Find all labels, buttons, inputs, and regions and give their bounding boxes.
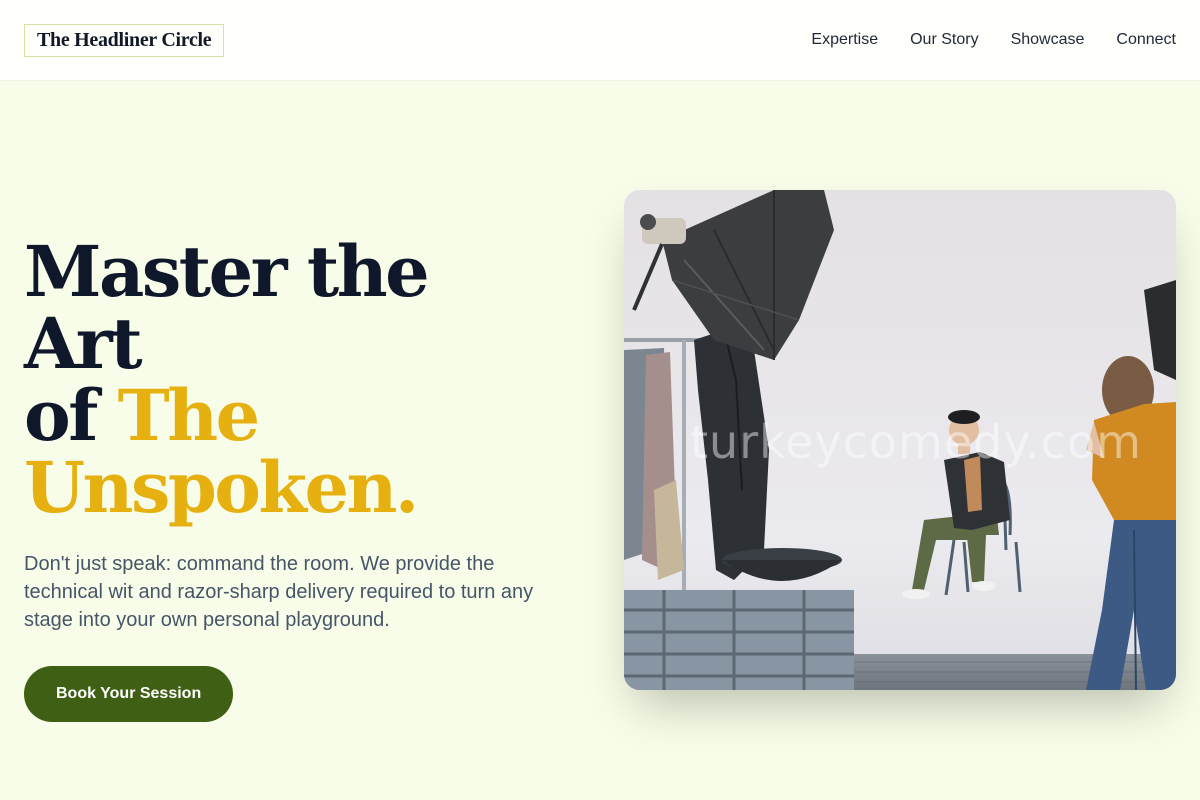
nav-link-connect[interactable]: Connect	[1116, 31, 1176, 49]
nav-link-expertise[interactable]: Expertise	[811, 31, 878, 49]
hero-lead-paragraph: Don't just speak: command the room. We p…	[24, 553, 534, 631]
headline-accent-the: The	[117, 374, 261, 457]
book-session-button[interactable]: Book Your Session	[24, 666, 234, 722]
hero-headline: Master the Art of The Unspoken.	[24, 236, 564, 524]
hero-copy: Master the Art of The Unspoken. Don't ju…	[24, 236, 564, 722]
wooden-pallets	[624, 590, 854, 690]
hero-studio-photo: turkeycomedy.com	[624, 190, 1176, 690]
image-watermark: turkeycomedy.com	[690, 415, 1142, 469]
site-header: The Headliner Circle Expertise Our Story…	[0, 0, 1200, 81]
nav-link-our-story[interactable]: Our Story	[910, 31, 978, 49]
nav-link-showcase[interactable]: Showcase	[1011, 31, 1085, 49]
headline-line-1: Master the Art	[24, 230, 430, 385]
studio-photo-illustration: turkeycomedy.com	[624, 190, 1176, 690]
headline-line-2-prefix: of	[24, 374, 118, 457]
headline-accent-unspoken: Unspoken.	[24, 446, 419, 529]
site-logo[interactable]: The Headliner Circle	[24, 23, 225, 57]
main-navigation: Expertise Our Story Showcase Connect	[811, 31, 1176, 49]
